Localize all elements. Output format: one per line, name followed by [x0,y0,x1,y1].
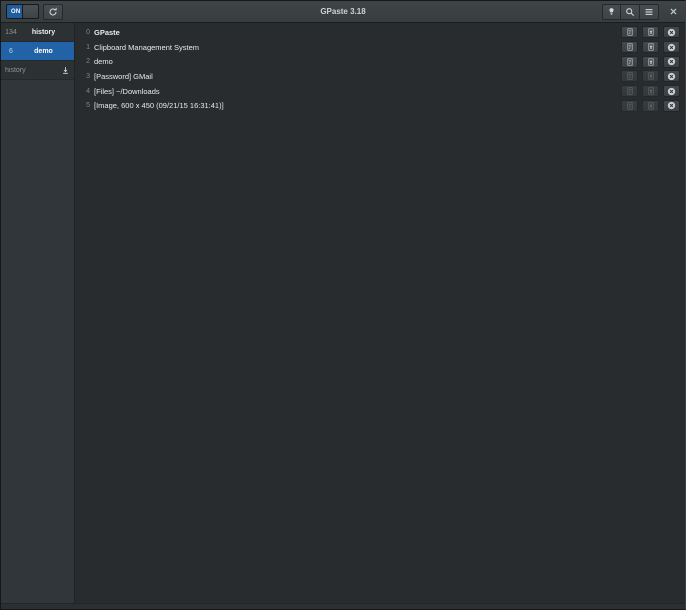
edit-item-button[interactable] [621,26,638,38]
delete-icon [667,87,676,96]
close-icon [669,7,678,16]
close-window-button[interactable] [666,5,680,19]
upload-icon [647,27,655,37]
switch-knob [22,4,39,19]
delete-item-button[interactable] [663,41,680,53]
item-actions [621,41,685,53]
edit-icon [626,101,634,111]
clipboard-items-list: 0 GPaste [75,23,685,603]
headerbar: ON GPaste 3.18 [1,1,685,23]
upload-item-button[interactable] [642,26,659,38]
item-text: GPaste [94,28,621,37]
create-history-button[interactable] [61,66,70,75]
delete-icon [667,101,676,110]
gpaste-window: ON GPaste 3.18 [0,0,686,610]
history-item-name: history [21,29,74,36]
delete-item-button[interactable] [663,26,680,38]
clipboard-item-row[interactable]: 4 [Files] ~/Downloads [75,84,685,99]
tracking-switch[interactable]: ON [6,4,39,19]
delete-item-button[interactable] [663,100,680,112]
clipboard-item-row[interactable]: 1 Clipboard Management System [75,40,685,55]
item-actions [621,26,685,38]
delete-icon [667,72,676,81]
item-index: 3 [81,73,90,80]
upload-item-button[interactable] [642,41,659,53]
menu-icon [644,7,654,17]
menu-button[interactable] [640,4,659,20]
delete-item-button[interactable] [663,85,680,97]
window-title: GPaste 3.18 [1,7,685,16]
enter-icon [61,66,70,75]
clipboard-item-row[interactable]: 5 [Image, 600 x 450 (09/21/15 16:31:41)] [75,98,685,113]
histories-list: 134 history 6 demo [1,23,74,61]
edit-icon [626,86,634,96]
history-item-name: demo [21,48,74,55]
clipboard-item-row[interactable]: 0 GPaste [75,25,685,40]
edit-item-button[interactable] [621,100,638,112]
upload-item-button[interactable] [642,100,659,112]
edit-item-button[interactable] [621,85,638,97]
upload-icon [647,101,655,111]
item-text: [Image, 600 x 450 (09/21/15 16:31:41)] [94,101,621,110]
search-button[interactable] [621,4,640,20]
upload-item-button[interactable] [642,85,659,97]
upload-icon [647,42,655,52]
item-text: [Files] ~/Downloads [94,87,621,96]
histories-sidebar: 134 history 6 demo [1,23,75,603]
delete-item-button[interactable] [663,70,680,82]
header-button-group [602,4,659,20]
about-button[interactable] [602,4,621,20]
upload-icon [647,57,655,67]
history-item-count: 6 [1,48,21,55]
upload-icon [647,86,655,96]
search-icon [625,7,635,17]
delete-icon [667,57,676,66]
edit-item-button[interactable] [621,41,638,53]
edit-icon [626,71,634,81]
item-index: 1 [81,44,90,51]
refresh-button[interactable] [43,4,63,20]
upload-icon [647,71,655,81]
item-index: 5 [81,102,90,109]
item-text: [Password] GMail [94,72,621,81]
lightbulb-icon [607,6,616,17]
history-list-item[interactable]: 6 demo [1,42,74,61]
item-text: Clipboard Management System [94,43,621,52]
edit-item-button[interactable] [621,70,638,82]
upload-item-button[interactable] [642,70,659,82]
upload-item-button[interactable] [642,56,659,68]
history-list-item[interactable]: 134 history [1,23,74,42]
item-text: demo [94,57,621,66]
clipboard-item-row[interactable]: 3 [Password] GMail [75,69,685,84]
delete-item-button[interactable] [663,56,680,68]
edit-icon [626,42,634,52]
item-actions [621,85,685,97]
edit-icon [626,27,634,37]
item-index: 2 [81,58,90,65]
delete-icon [667,43,676,52]
delete-icon [667,28,676,37]
clipboard-item-row[interactable]: 2 demo [75,54,685,69]
history-item-count: 134 [1,29,21,36]
item-actions [621,56,685,68]
headerbar-right [602,4,680,20]
edit-icon [626,57,634,67]
switch-state-label: ON [11,9,20,15]
edit-item-button[interactable] [621,56,638,68]
window-body: 134 history 6 demo 0 [1,23,685,603]
item-actions [621,100,685,112]
refresh-icon [48,7,58,17]
item-index: 0 [81,29,90,36]
window-bottom-edge [1,603,685,609]
item-actions [621,70,685,82]
new-history-input[interactable] [5,67,59,74]
item-index: 4 [81,88,90,95]
new-history-row [1,61,74,80]
